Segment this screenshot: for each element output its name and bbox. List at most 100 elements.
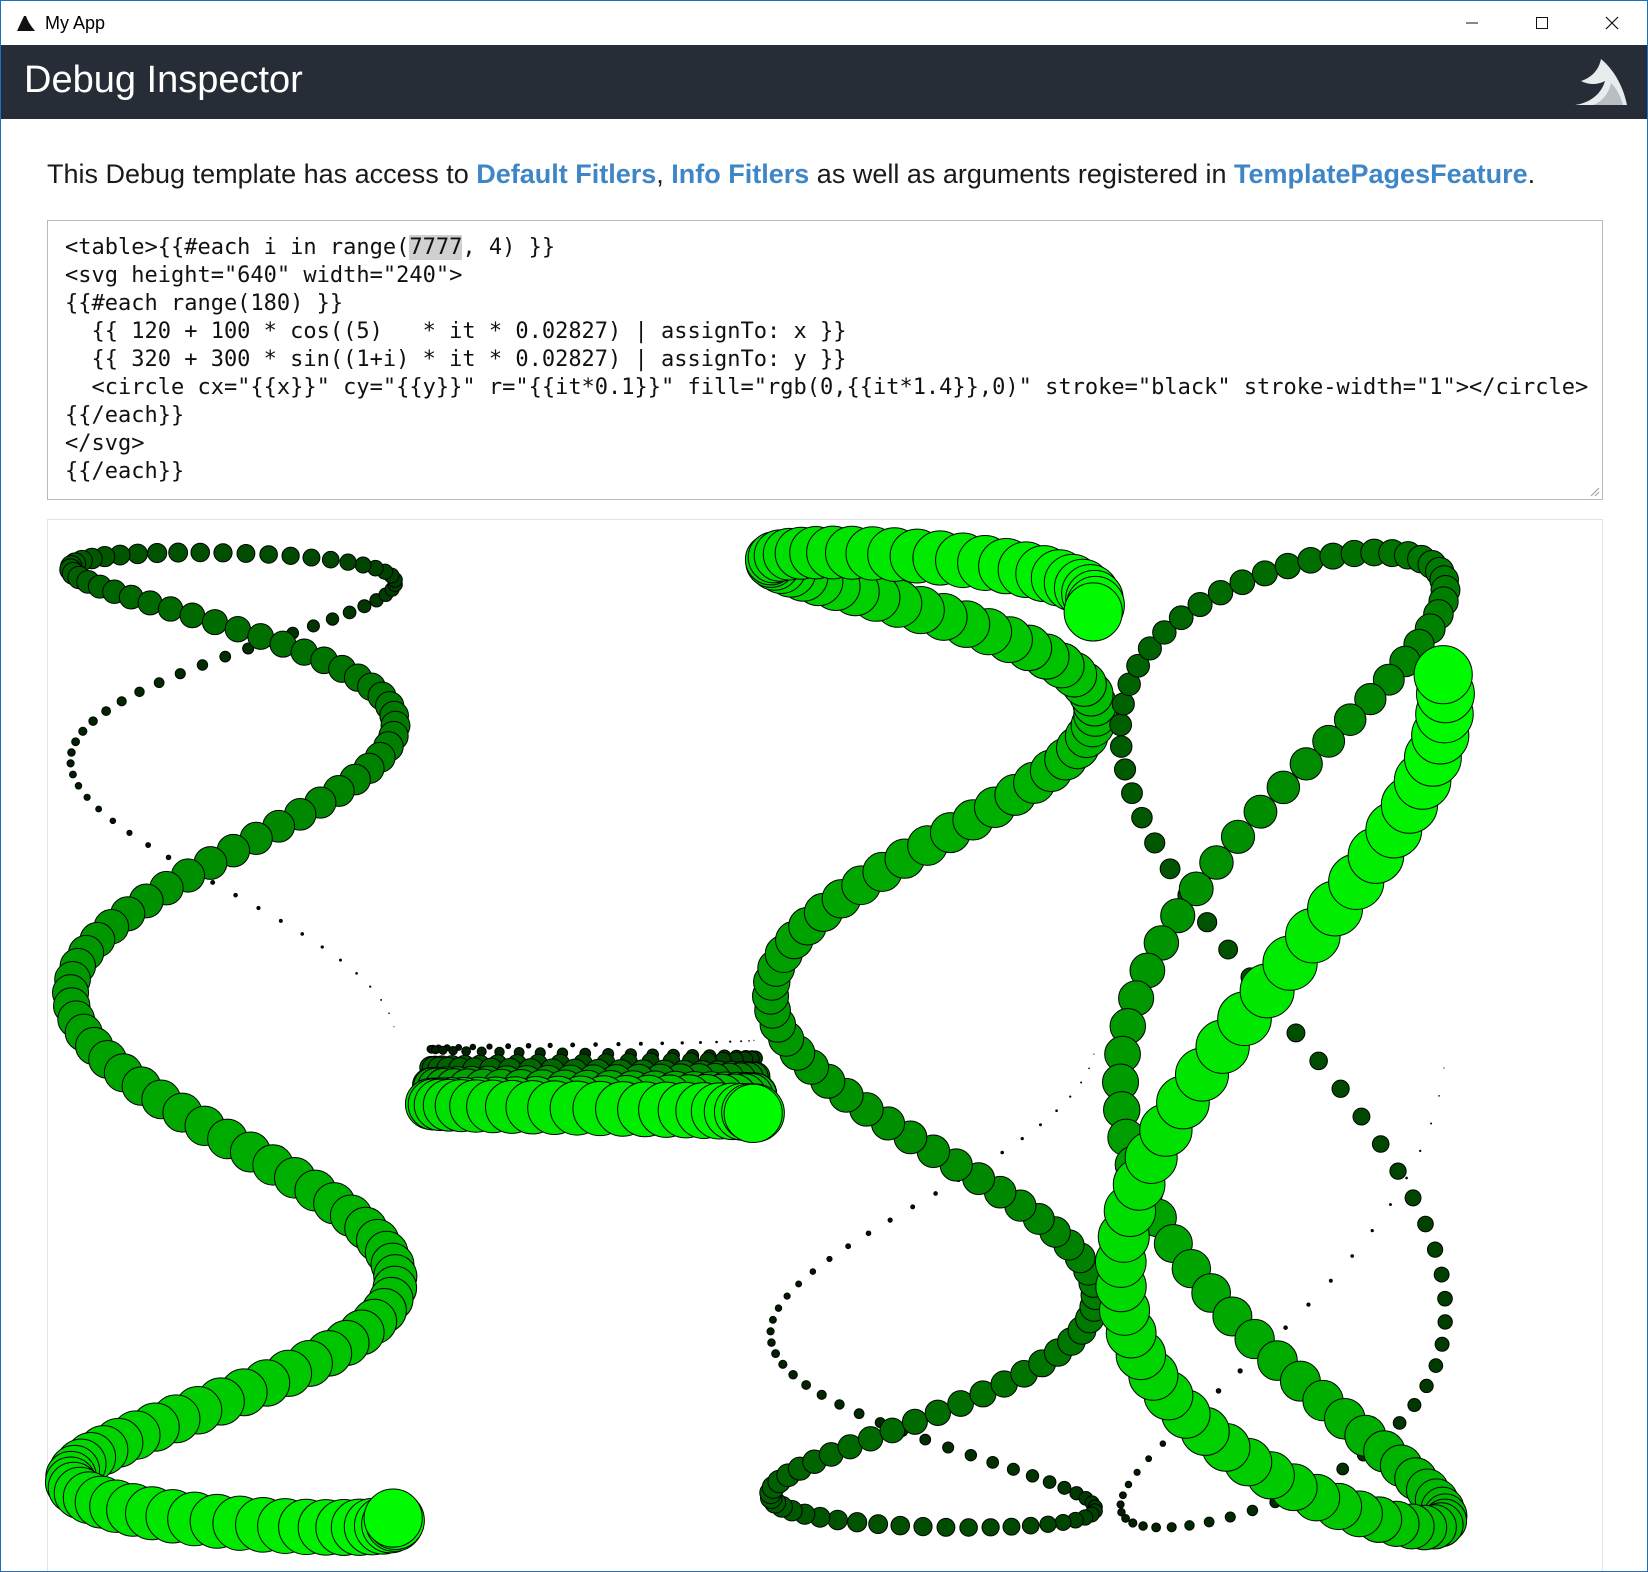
spiral-point (767, 1338, 776, 1347)
spiral-point (461, 1046, 472, 1056)
spiral-point (1274, 552, 1302, 580)
maximize-button[interactable] (1507, 1, 1577, 45)
spiral-point (325, 612, 340, 626)
spiral-point (369, 985, 372, 988)
spiral-point (959, 1518, 978, 1537)
page-header: Debug Inspector (1, 45, 1647, 119)
spiral-point (278, 918, 283, 923)
window-title: My App (45, 12, 106, 33)
spiral-point (126, 829, 133, 836)
spiral-point (1430, 1122, 1433, 1125)
spiral-point (1426, 1241, 1444, 1258)
spiral-point (924, 1399, 952, 1426)
spiral-point (783, 1292, 791, 1300)
spiral-point (964, 1448, 978, 1462)
spiral-point (1331, 1079, 1350, 1098)
code-line: {{/each}} (65, 459, 185, 484)
spiral-point (1080, 1081, 1083, 1084)
spiral-point (448, 1045, 458, 1056)
spiral-point (1020, 1137, 1024, 1141)
spiral-point (827, 1509, 848, 1531)
spiral-point (342, 605, 357, 620)
spiral-point (1434, 1336, 1450, 1352)
spiral-point (774, 1304, 783, 1312)
spiral-point (1283, 1325, 1288, 1330)
info-filters-link[interactable]: Info Fitlers (671, 159, 809, 189)
spiral-point (845, 1243, 852, 1250)
spiral-point (1352, 1107, 1371, 1126)
code-line: <svg height="640" width="240"> (65, 263, 463, 288)
spiral-point (1111, 692, 1135, 716)
spiral-point (795, 1280, 803, 1288)
default-filters-link[interactable]: Default Fitlers (476, 159, 656, 189)
spiral-point (879, 1417, 906, 1444)
spiral-point (868, 1514, 889, 1535)
spiral-point (476, 1046, 487, 1057)
spiral-point (339, 958, 342, 962)
spiral-point (1039, 1515, 1057, 1533)
spiral-point (1405, 1176, 1408, 1180)
spiral-point (778, 1359, 788, 1369)
spiral-point (224, 615, 252, 643)
spiral-point (1203, 1516, 1215, 1528)
spiral-point (593, 1042, 598, 1047)
spiral-point (174, 668, 186, 680)
spiral-point (853, 1408, 865, 1420)
spiral-point (1419, 1149, 1422, 1153)
intro-text-before: This Debug template has access to (47, 159, 477, 189)
spiral-point (816, 1389, 827, 1400)
resize-grip-icon[interactable] (1588, 485, 1600, 497)
spiral-point (1336, 1462, 1350, 1476)
spiral-point (1144, 832, 1166, 854)
spiral-point (116, 696, 127, 707)
spiral-point (1297, 546, 1325, 574)
spiral-point (1289, 747, 1323, 781)
minimize-button[interactable] (1437, 1, 1507, 45)
spiral-point (660, 1041, 665, 1046)
spiral-point (1121, 782, 1143, 805)
spiral-point (1433, 1266, 1450, 1283)
template-pages-feature-link[interactable]: TemplatePagesFeature (1234, 159, 1528, 189)
template-code[interactable]: <table>{{#each i in range(7777, 4) }} <s… (65, 234, 1588, 486)
spiral-point (134, 686, 145, 698)
spiral-point (145, 842, 152, 848)
minimize-icon (1466, 22, 1478, 24)
close-button[interactable] (1577, 1, 1647, 45)
code-line: {{/each}} (65, 403, 185, 428)
spiral-point (901, 1408, 928, 1435)
code-line: {{ 320 + 300 * sin((1+i) * it * 0.02827)… (65, 347, 847, 372)
spiral-point (109, 817, 117, 825)
template-output (44, 519, 1603, 1571)
spiral-point (505, 1043, 512, 1050)
spiral-point (1251, 560, 1278, 587)
spiral-point (1116, 1500, 1125, 1509)
spiral-svg (744, 525, 1125, 1537)
spiral-point (1389, 1162, 1407, 1180)
spiral-point (1197, 912, 1218, 933)
spiral-point (1389, 1203, 1392, 1207)
servicestack-logo-icon (1575, 59, 1627, 105)
spiral-point (1237, 1368, 1243, 1374)
spiral-point (1371, 1135, 1390, 1153)
spiral-point (210, 879, 216, 885)
spiral-point (147, 542, 168, 564)
spiral-point (936, 1517, 956, 1537)
spiral-point (847, 1512, 868, 1533)
spiral-point (1220, 819, 1256, 854)
spiral-point (469, 1043, 477, 1051)
spiral-point (1417, 1215, 1434, 1233)
spiral-point (321, 550, 340, 569)
spiral-point (1286, 1023, 1306, 1043)
spiral-point (1207, 579, 1234, 606)
spiral-point (771, 1349, 780, 1358)
spiral-point (1159, 1440, 1167, 1447)
spiral-point (179, 602, 206, 629)
spiral-point (865, 1230, 872, 1237)
spiral-point (1006, 1462, 1020, 1476)
template-editor[interactable]: <table>{{#each i in range(7777, 4) }} <s… (47, 220, 1603, 500)
spiral-point (1151, 1522, 1162, 1533)
spiral-point (1131, 806, 1153, 829)
intro-text-middle: as well as arguments registered in (809, 159, 1234, 189)
intro-comma: , (656, 159, 672, 189)
spiral-point (1110, 735, 1133, 758)
